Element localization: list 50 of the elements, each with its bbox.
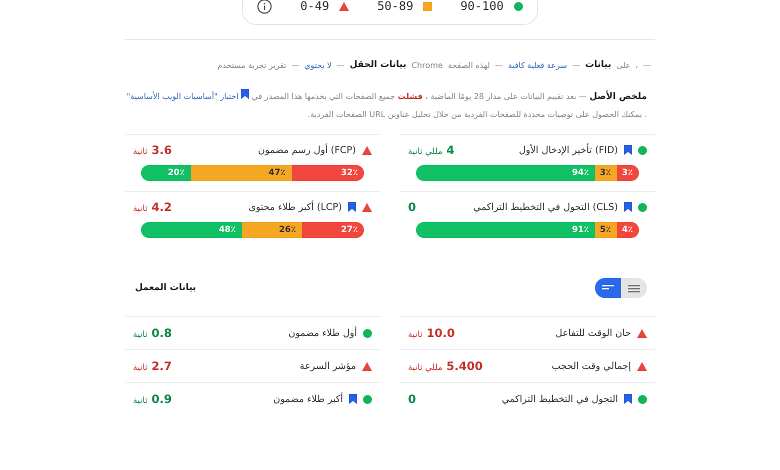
link[interactable]: سرعة فعلية كافية — [508, 60, 568, 70]
metric-name: أكبر طلاء مضمون — [272, 394, 343, 404]
breadcrumb-text: — — [336, 60, 345, 70]
breadcrumb-text: تقرير تجربة مستخدم — [217, 60, 286, 70]
distribution-segment: 47٪ — [190, 165, 292, 181]
distribution-segment: 20٪ — [141, 165, 191, 181]
link[interactable]: اختبار "أساسيات الويب الأساسية" — [126, 92, 250, 101]
metric-name: مؤشر السرعة — [298, 360, 356, 372]
metric-value: 0 — [408, 200, 416, 214]
metric-name: إجمالي وقت الحجب — [550, 360, 631, 372]
breadcrumb-text: لهذه الصفحة — [448, 60, 490, 70]
distribution-segment: 32٪ — [292, 165, 364, 181]
summary-paragraph: ملخص الأصل — بعد تقييم البيانات على مدار 28 يومًا الماضية ، فشلت جميع الصفحات التي يخدمها هذا المصدر في اختبار "أساسيات الويب الأساسية" . يمكنك الحصول على توصيات محددة للصفحات الفردية من خلال تحليل عناوين URL الصفحات الفردية. — [125, 88, 655, 124]
legend-label: 90-100 — [460, 0, 504, 13]
metric-name: (LCP) أكبر طلاء محتوى — [247, 202, 342, 212]
breadcrumb-text: — — [572, 60, 580, 70]
distribution-segment: 94٪ — [416, 165, 595, 181]
lines-icon — [602, 284, 614, 292]
distribution-segment: 26٪ — [242, 222, 302, 238]
list-view-button[interactable] — [621, 278, 647, 298]
breadcrumb-text: بيانات الحقل — [350, 60, 406, 70]
metric-name: حان الوقت للتفاعل — [554, 328, 631, 338]
distribution-segment: 3٪ — [617, 165, 639, 181]
section-title: بيانات المعمل — [135, 283, 196, 293]
legend-label: 0-49 — [300, 0, 330, 13]
metric-value: 0 — [408, 392, 416, 406]
metric-name: أول طلاء مضمون — [287, 328, 357, 338]
metric-name: (FCP) أول رسم مضمون — [256, 144, 356, 156]
link[interactable]: لا يحتوي — [304, 60, 332, 70]
distribution-segment: 48٪ — [141, 222, 242, 238]
breadcrumb-text: — — [494, 60, 503, 70]
breadcrumb-text: Chrome — [411, 60, 443, 70]
breadcrumb-text: بيانات — [585, 60, 612, 70]
metric-name: (CLS) التحول في التخطيط التراكمي — [472, 202, 618, 212]
distribution-segment: 5٪ — [595, 222, 617, 238]
bookmark-icon — [241, 89, 250, 99]
metric-name: (FID) تأخير الإدخال الأول — [518, 144, 618, 156]
distribution-segment: 4٪ — [617, 222, 639, 238]
lines-icon — [628, 284, 640, 292]
breadcrumb-text: ، — [635, 60, 638, 70]
breadcrumb-text: — — [291, 60, 300, 70]
summary-view-button[interactable] — [595, 278, 621, 298]
metric-name: التحول في التخطيط التراكمي — [500, 394, 618, 404]
breadcrumb-text: — — [643, 60, 651, 70]
breadcrumb-text: على — [616, 60, 630, 70]
distribution-segment: 91٪ — [416, 222, 595, 238]
legend-label: 50-89 — [377, 0, 414, 13]
info-icon[interactable] — [257, 0, 272, 14]
distribution-segment: 3٪ — [595, 165, 617, 181]
distribution-segment: 27٪ — [302, 222, 364, 238]
